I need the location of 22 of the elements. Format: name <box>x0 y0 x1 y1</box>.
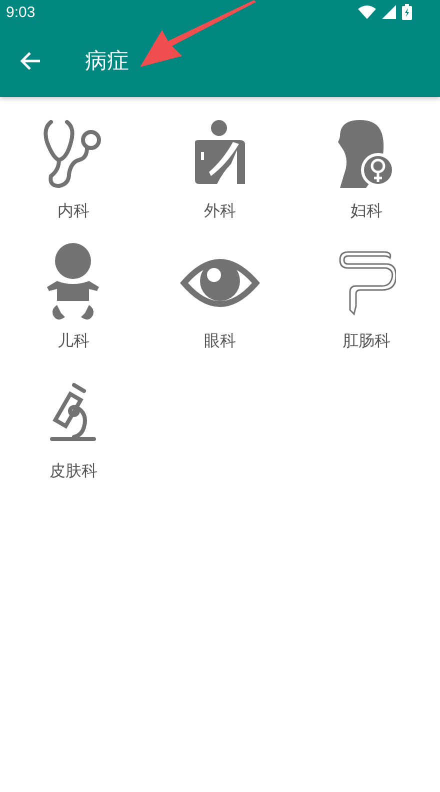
department-label: 肛肠科 <box>342 331 391 352</box>
department-item[interactable]: 内科 <box>0 109 147 239</box>
eye-icon <box>178 257 261 309</box>
back-arrow-icon <box>19 50 41 70</box>
department-label: 皮肤科 <box>49 461 98 482</box>
department-label: 内科 <box>57 201 90 222</box>
toolbar-title: 病症 <box>85 48 129 76</box>
battery-icon <box>402 4 412 20</box>
department-item[interactable]: 眼科 <box>146 239 294 369</box>
signal-icon <box>382 5 396 19</box>
department-item[interactable]: 肛肠科 <box>293 239 440 369</box>
wifi-icon <box>358 5 376 19</box>
department-item[interactable]: 皮肤科 <box>0 369 147 499</box>
department-label: 外科 <box>204 201 236 222</box>
department-item[interactable]: 妇科 <box>293 109 440 239</box>
department-label: 妇科 <box>350 201 383 222</box>
department-label: 儿科 <box>57 331 90 352</box>
stethoscope-icon <box>43 118 104 188</box>
status-time: 9:03 <box>6 4 36 20</box>
department-label: 眼科 <box>204 331 236 352</box>
department-item[interactable]: 外科 <box>146 109 294 239</box>
department-item[interactable]: 儿科 <box>0 239 147 369</box>
